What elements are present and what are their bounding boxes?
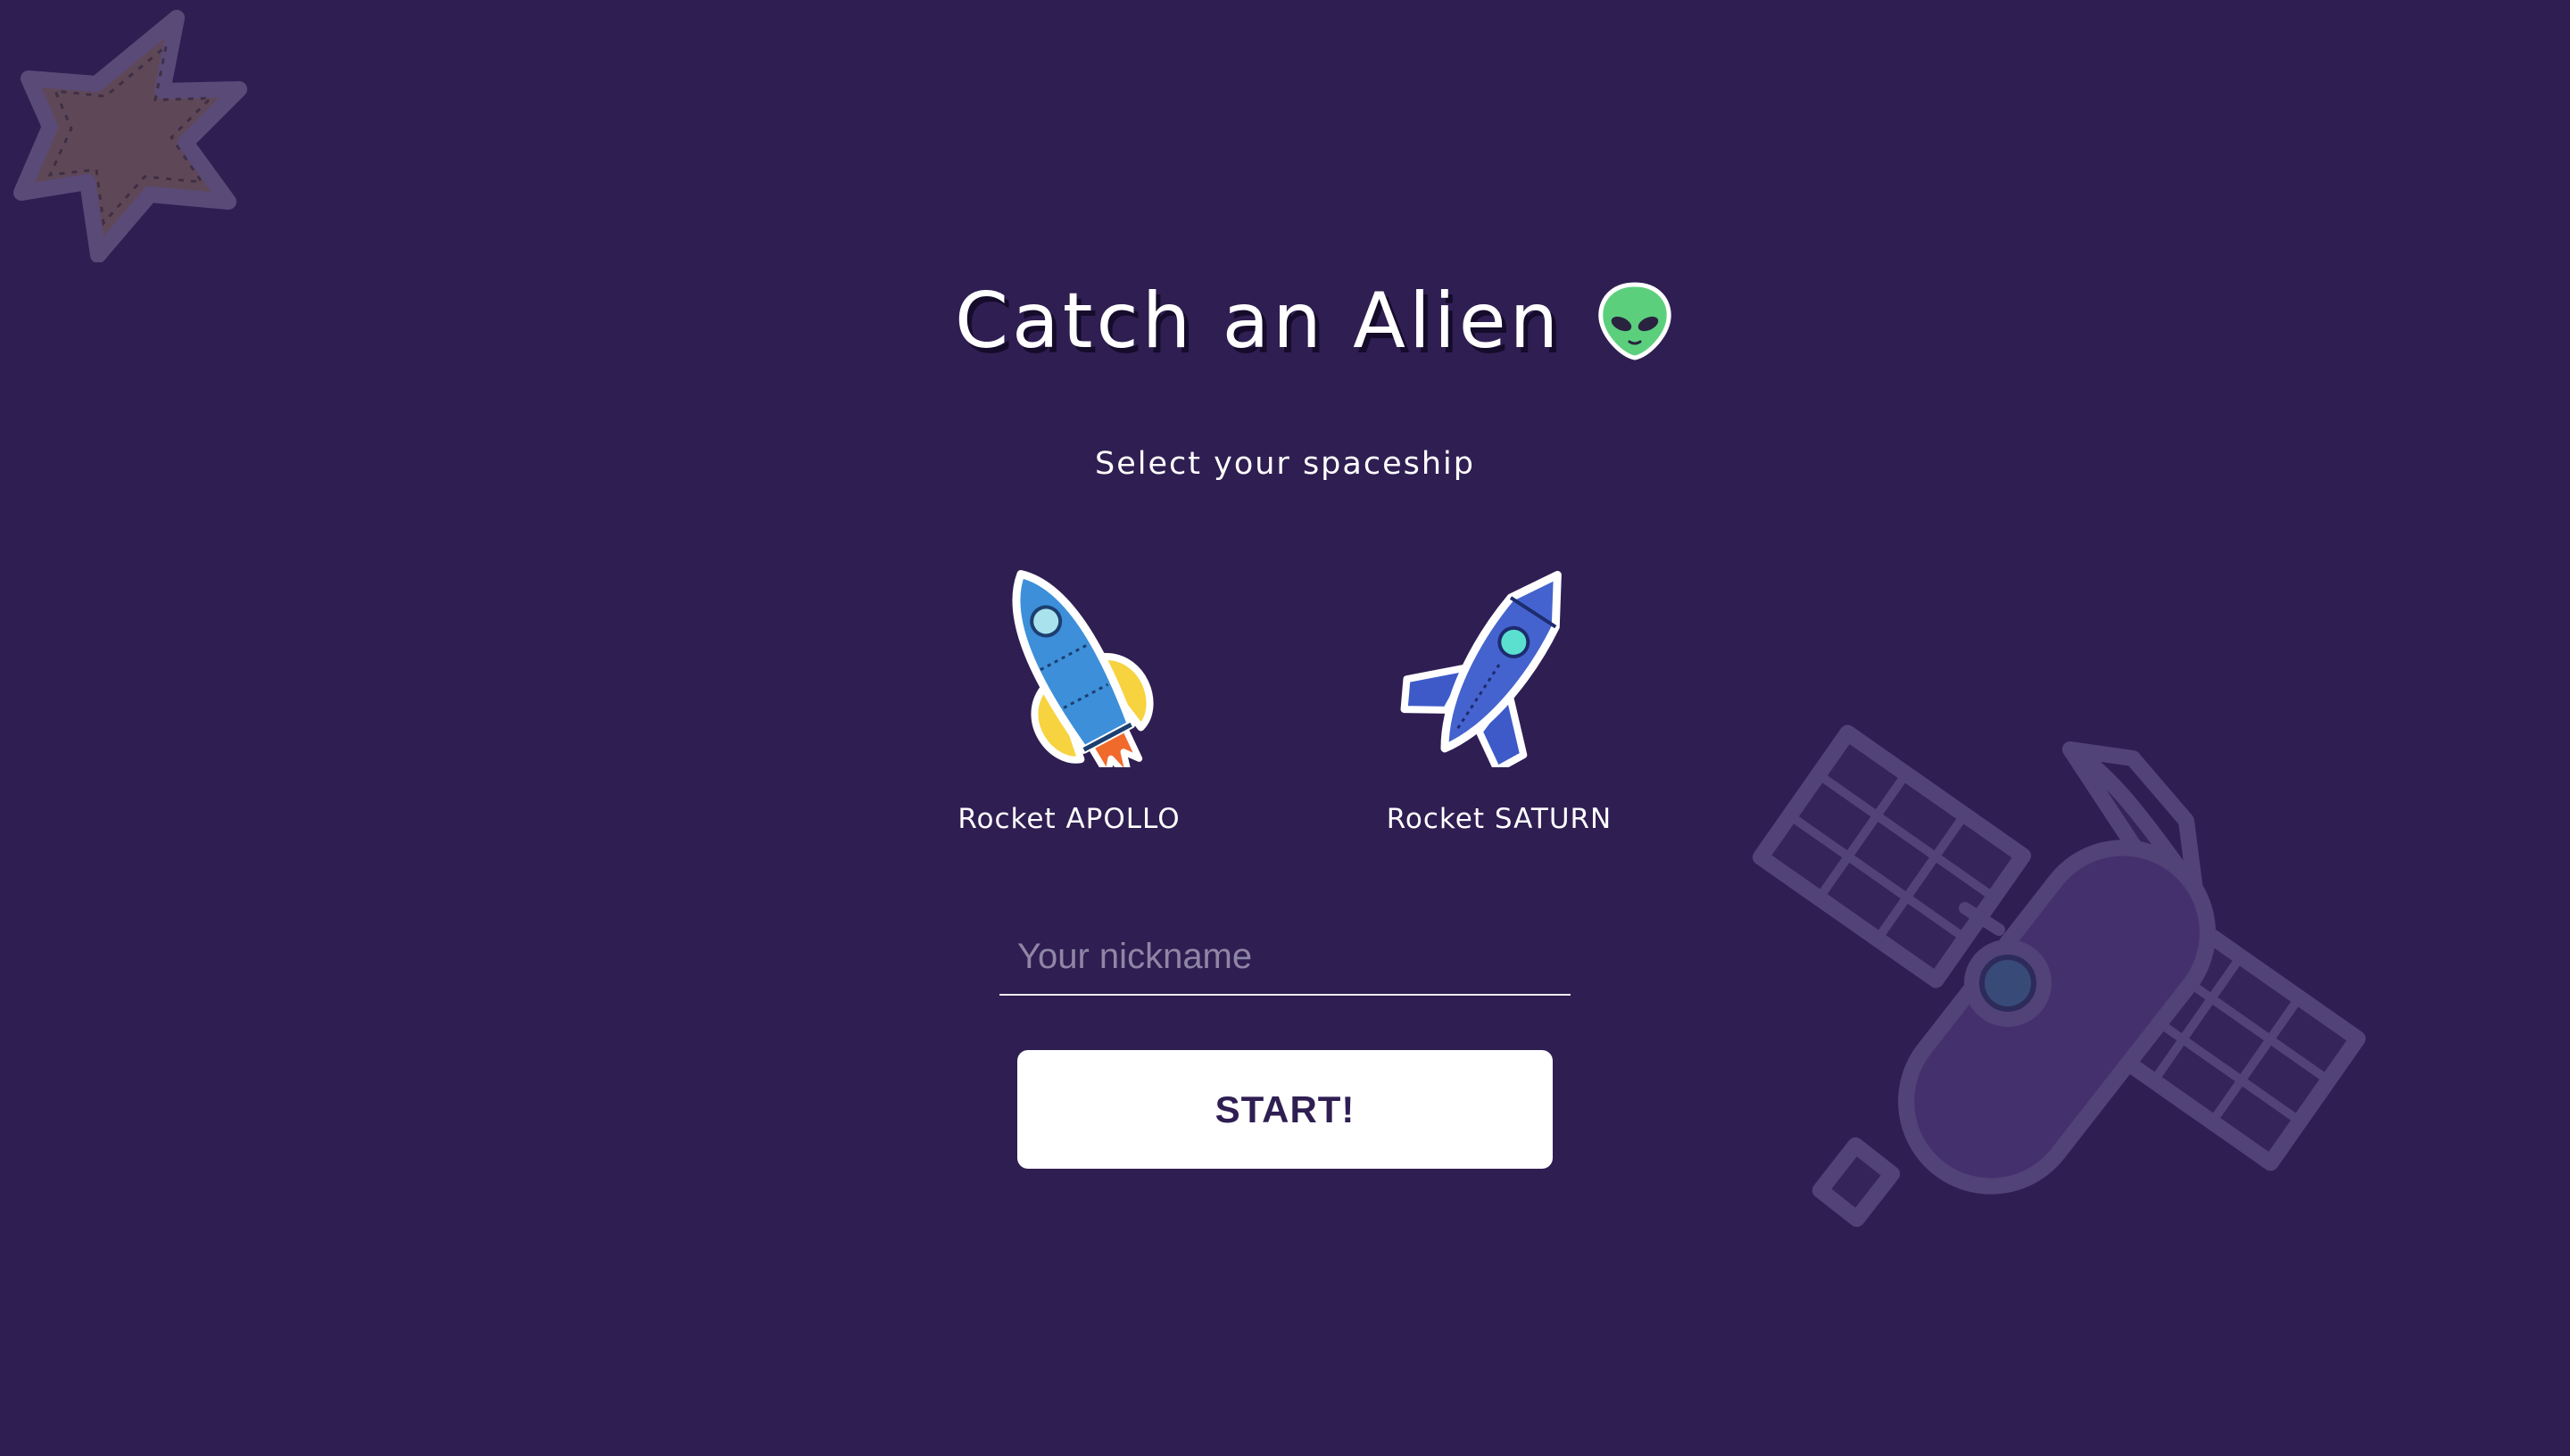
start-button[interactable]: START! (1017, 1050, 1553, 1169)
rocket-saturn-icon (1400, 570, 1562, 767)
title: Catch an Alien (955, 268, 1672, 375)
star-icon (13, 10, 247, 262)
nickname-field (999, 919, 1571, 996)
ship-option-saturn[interactable]: Rocket SATURN (1365, 553, 1633, 835)
satellite-icon (1752, 724, 2367, 1228)
ship-label-saturn: Rocket SATURN (1386, 803, 1612, 835)
nickname-input[interactable] (999, 919, 1571, 994)
start-screen: Catch an Alien Select your spaceship Roc… (0, 0, 2570, 1456)
page-title: Catch an Alien (955, 277, 1563, 366)
ship-label-apollo: Rocket APOLLO (958, 803, 1181, 835)
ship-option-apollo[interactable]: Rocket APOLLO (935, 553, 1203, 835)
alien-face-icon (1598, 282, 1671, 360)
rocket-apollo-icon (1012, 569, 1154, 767)
select-spaceship-label: Select your spaceship (1095, 446, 1475, 482)
